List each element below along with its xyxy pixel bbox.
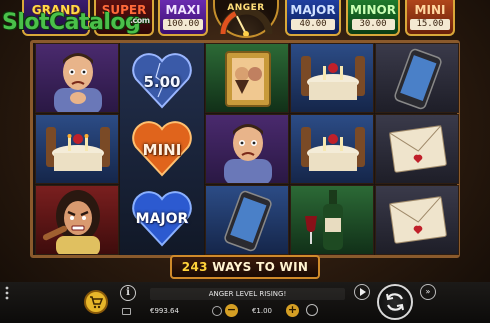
love-letter-icon [389,196,447,244]
symbol-dinner-table [290,43,374,113]
bet-value: €1.00 [251,307,273,315]
symbol-man-worried [205,114,289,184]
jackpot-mini-label: MINI [414,3,446,17]
ways-to-win-banner: 243 WAYS TO WIN [170,255,320,279]
symbol-wine-bottle [290,185,374,255]
love-letter-icon [389,125,447,173]
bet-increase-button[interactable]: + [286,304,299,317]
dinner-table-icon [46,127,110,171]
reel-5 [375,43,459,255]
heart-mini-label: MINI [142,141,182,159]
symbol-man-worried [35,43,119,113]
heart-major-label: MAJOR [135,211,189,227]
jackpot-mini-value: 15.00 [410,19,450,30]
reel-1 [35,43,119,255]
reel-grid: 5.00 MINI MAJOR [30,40,460,258]
balance-value: €993.64 [150,307,179,315]
jackpot-maxi: MAXI 100.00 [158,0,208,36]
angry-woman-icon [42,190,100,254]
reel-3 [205,43,289,255]
smartphone-icon [394,48,442,110]
reel-2: 5.00 MINI MAJOR [120,43,204,255]
anger-meter-label: ANGER [227,3,265,13]
heart-cash-symbol: 5.00 [130,51,194,109]
watermark-logo: SlotCatalog .com [2,10,150,38]
watermark-suffix: .com [130,16,150,25]
anger-meter: ANGER [213,0,279,38]
symbol-angry-woman [35,185,119,255]
dinner-table-icon [301,127,365,171]
jackpot-minor-value: 30.00 [351,19,395,30]
ways-label: WAYS TO WIN [212,260,309,274]
symbol-dinner-table [35,114,119,184]
symbol-smartphone [205,185,289,255]
heart-major-symbol: MAJOR [130,189,194,247]
jackpot-maxi-label: MAXI [165,3,201,17]
spin-button[interactable] [377,284,413,320]
info-button[interactable]: i [120,285,136,301]
jackpot-major-label: MAJOR [290,3,336,17]
worried-man-icon [224,124,272,183]
dinner-table-icon [301,56,365,100]
coins-icon [212,306,222,316]
wine-bottle-icon [305,190,343,250]
ways-count: 243 [181,260,208,274]
photo-frame-icon [225,51,271,107]
jackpot-major-value: 40.00 [290,19,336,30]
spin-arrows-icon [386,293,404,311]
wallet-icon [122,308,131,315]
turbo-button[interactable]: » [420,284,436,300]
menu-icon[interactable] [4,286,10,300]
jackpot-maxi-value: 100.00 [163,19,203,30]
symbol-photo-frame [205,43,289,113]
buy-feature-button[interactable] [84,290,108,314]
smartphone-icon [224,190,272,252]
jackpot-major: MAJOR 40.00 [285,0,341,36]
heart-mini-symbol: MINI [130,119,194,177]
bet-decrease-button[interactable]: − [225,304,238,317]
jackpot-mini: MINI 15.00 [405,0,455,36]
symbol-dinner-table [290,114,374,184]
settings-icon[interactable] [306,304,318,316]
symbol-smartphone [375,43,459,113]
status-message: ANGER LEVEL RISING! [150,288,345,300]
cart-icon [90,296,103,309]
heart-cash-value: 5.00 [143,73,181,91]
jackpot-minor: MINOR 30.00 [346,0,400,36]
symbol-love-letter [375,185,459,255]
reel-4 [290,43,374,255]
jackpot-minor-label: MINOR [350,3,396,17]
worried-man-icon [54,53,102,112]
watermark-text: SlotCatalog [2,10,141,35]
autoplay-button[interactable] [354,284,370,300]
symbol-love-letter [375,114,459,184]
